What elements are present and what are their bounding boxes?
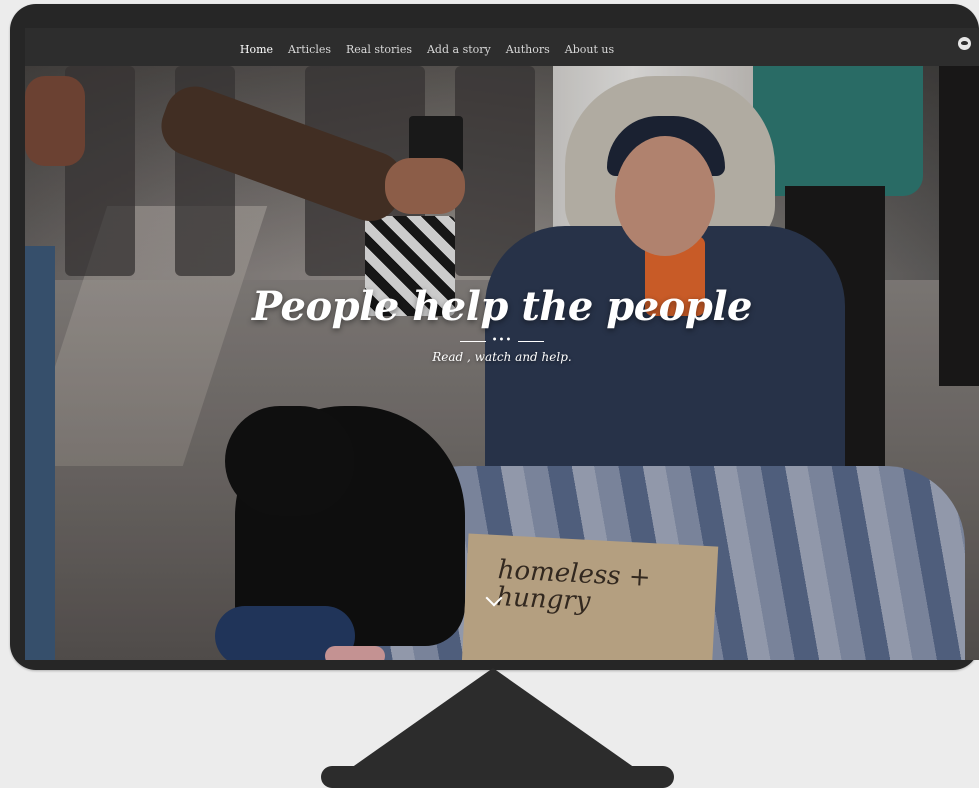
nav-item-authors[interactable]: Authors bbox=[506, 43, 550, 56]
nav-menu: Home Articles Real stories Add a story A… bbox=[240, 43, 614, 56]
hero-heading-block: People help the people ••• Read , watch … bbox=[25, 283, 979, 364]
divider-line bbox=[518, 340, 545, 342]
nav-item-home[interactable]: Home bbox=[240, 43, 273, 56]
monitor-stand-neck bbox=[351, 668, 635, 768]
divider-dots: ••• bbox=[491, 335, 513, 346]
circle-logo-icon[interactable] bbox=[958, 37, 971, 50]
top-navbar: Home Articles Real stories Add a story A… bbox=[25, 28, 979, 66]
nav-item-add-a-story[interactable]: Add a story bbox=[427, 43, 491, 56]
hero-divider: ••• bbox=[25, 336, 979, 346]
nav-item-articles[interactable]: Articles bbox=[288, 43, 331, 56]
divider-line bbox=[459, 340, 486, 342]
chevron-down-icon[interactable] bbox=[485, 590, 503, 608]
hero-subtitle: Read , watch and help. bbox=[432, 350, 572, 364]
website-screen: Home Articles Real stories Add a story A… bbox=[25, 28, 979, 660]
nav-item-real-stories[interactable]: Real stories bbox=[346, 43, 412, 56]
monitor-stand-base bbox=[321, 766, 674, 788]
nav-item-about-us[interactable]: About us bbox=[565, 43, 614, 56]
hero-title: People help the people bbox=[252, 283, 752, 330]
